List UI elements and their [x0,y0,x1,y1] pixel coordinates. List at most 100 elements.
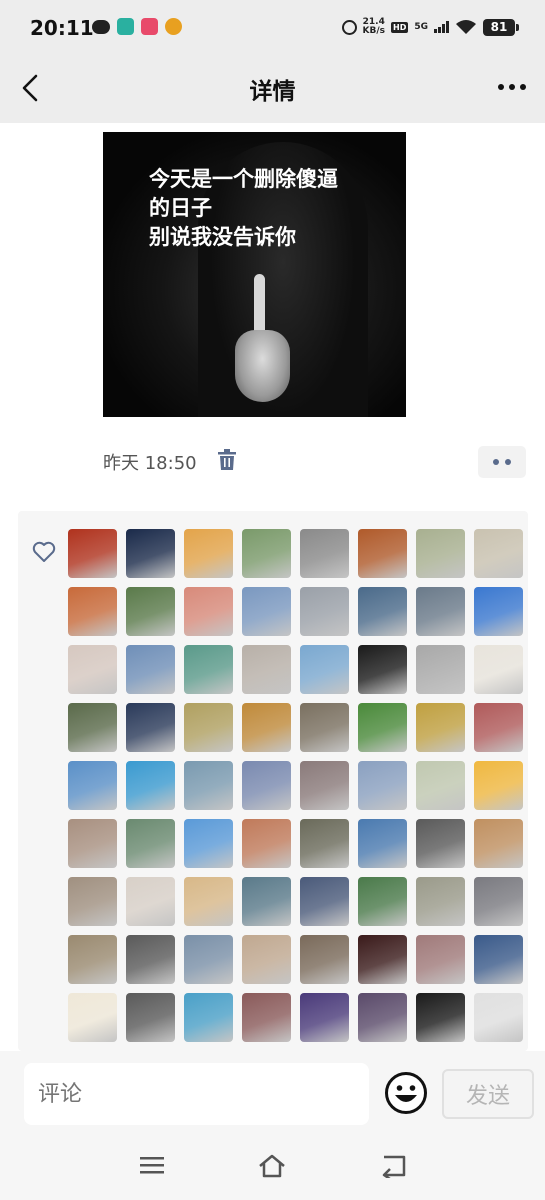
liker-avatar[interactable] [242,703,291,752]
wechat-notification-icon [92,20,110,34]
liker-avatar[interactable] [184,819,233,868]
more-dots-icon[interactable] [495,78,529,96]
liker-avatar[interactable] [68,703,117,752]
home-icon[interactable] [257,1154,287,1178]
post-image[interactable]: 今天是一个删除傻逼 的日子 别说我没告诉你 [103,132,406,417]
liker-avatar[interactable] [474,819,523,868]
liker-avatar[interactable] [242,819,291,868]
liker-avatar[interactable] [416,819,465,868]
liker-avatar[interactable] [300,761,349,810]
hand [235,330,290,402]
liker-avatar[interactable] [242,993,291,1042]
app-notification-icon [141,18,158,35]
liker-avatar[interactable] [416,587,465,636]
liker-avatar[interactable] [184,993,233,1042]
liker-avatar[interactable] [416,703,465,752]
liker-avatar[interactable] [474,877,523,926]
liker-avatar[interactable] [184,761,233,810]
liker-avatar[interactable] [242,587,291,636]
network-speed: 21.4 KB/s [362,17,385,36]
liker-avatar[interactable] [300,529,349,578]
liker-avatar[interactable] [474,703,523,752]
system-nav-bar [0,1136,545,1200]
comment-input[interactable] [24,1063,369,1125]
liker-avatar[interactable] [242,645,291,694]
liker-avatar[interactable] [416,935,465,984]
liker-avatar[interactable] [126,819,175,868]
liker-avatar[interactable] [416,877,465,926]
status-system-icons: 21.4 KB/s HD 5G 81 [341,17,519,36]
liker-avatar[interactable] [300,935,349,984]
liker-avatar[interactable] [126,587,175,636]
liker-avatar[interactable] [184,587,233,636]
back-arrow-icon[interactable] [380,1154,408,1178]
liker-avatar[interactable] [358,935,407,984]
liker-avatar[interactable] [358,877,407,926]
menu-icon[interactable] [139,1154,165,1176]
liker-avatar[interactable] [300,877,349,926]
liker-avatar[interactable] [358,993,407,1042]
liker-avatar[interactable] [184,877,233,926]
liker-avatar[interactable] [300,993,349,1042]
liker-avatar[interactable] [474,529,523,578]
trash-icon[interactable] [217,449,237,471]
liker-avatar[interactable] [68,877,117,926]
wifi-icon [456,20,476,34]
liker-avatar[interactable] [300,587,349,636]
liker-avatar[interactable] [68,645,117,694]
liker-avatar[interactable] [242,529,291,578]
liker-avatar[interactable] [242,761,291,810]
liker-avatar[interactable] [358,819,407,868]
liker-avatar[interactable] [126,877,175,926]
liker-avatar[interactable] [358,645,407,694]
liker-avatar[interactable] [68,819,117,868]
emoji-smile-icon[interactable] [384,1071,428,1115]
page-title: 详情 [249,79,296,105]
liker-avatar[interactable] [416,645,465,694]
liker-avatar[interactable] [184,935,233,984]
liker-avatar[interactable] [358,587,407,636]
battery-indicator: 81 [483,18,519,36]
liker-avatar[interactable] [126,761,175,810]
liker-avatar[interactable] [68,761,117,810]
liker-avatar[interactable] [358,529,407,578]
liker-avatar[interactable] [68,529,117,578]
comment-bar: 发送 [0,1051,545,1136]
liker-avatar[interactable] [474,935,523,984]
comment-like-toggle-button[interactable] [478,446,526,478]
alarm-icon [341,19,357,35]
heart-outline-icon [32,541,56,562]
liker-avatar[interactable] [416,529,465,578]
liker-avatar[interactable] [126,935,175,984]
liker-avatar[interactable] [474,645,523,694]
liker-avatar[interactable] [126,645,175,694]
status-time: 20:11 [30,16,94,40]
liker-avatar[interactable] [68,587,117,636]
liker-avatar[interactable] [474,993,523,1042]
liker-avatar[interactable] [358,761,407,810]
liker-avatar[interactable] [184,529,233,578]
liker-avatar[interactable] [300,645,349,694]
liker-avatar[interactable] [474,587,523,636]
liker-avatar[interactable] [68,935,117,984]
liker-avatar[interactable] [242,935,291,984]
signal-bars-icon [434,21,449,33]
liker-avatar[interactable] [358,703,407,752]
liker-avatar[interactable] [416,761,465,810]
post-image-text: 今天是一个删除傻逼 的日子 别说我没告诉你 [149,167,338,249]
liker-avatar[interactable] [184,703,233,752]
liker-avatar[interactable] [416,993,465,1042]
weibo-notification-icon [165,18,182,35]
nav-bar: 详情 [0,58,545,123]
liker-avatar[interactable] [126,529,175,578]
send-button[interactable]: 发送 [442,1069,534,1119]
liker-avatar[interactable] [126,993,175,1042]
liker-avatar[interactable] [68,993,117,1042]
liker-avatar[interactable] [242,877,291,926]
liker-avatar[interactable] [300,703,349,752]
liker-avatar[interactable] [184,645,233,694]
liker-avatar[interactable] [474,761,523,810]
liker-avatar-grid [68,529,523,1042]
liker-avatar[interactable] [300,819,349,868]
liker-avatar[interactable] [126,703,175,752]
